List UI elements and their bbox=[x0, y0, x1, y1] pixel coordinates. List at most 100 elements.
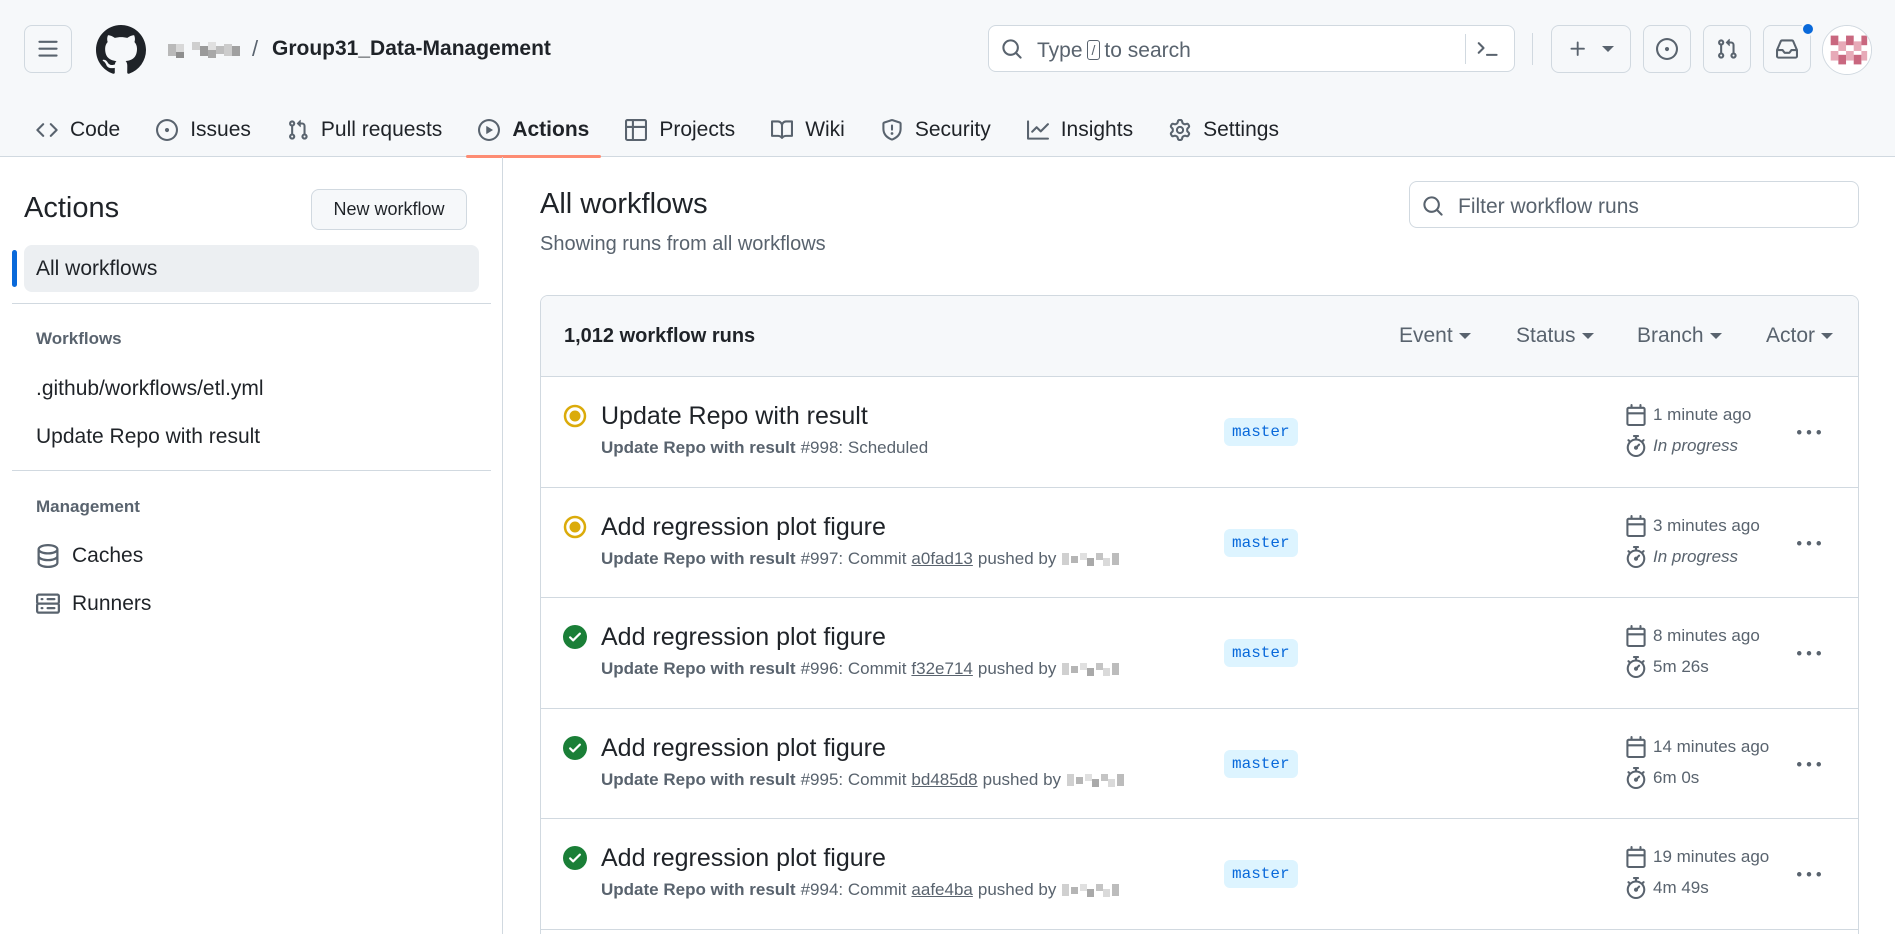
repo-nav-tabs: Code Issues Pull requests Actions Projec… bbox=[24, 102, 1303, 158]
page-subtitle: Showing runs from all workflows bbox=[540, 233, 826, 255]
three-bars-icon bbox=[38, 40, 58, 57]
run-workflow-name: Update Repo with result bbox=[601, 659, 796, 678]
tab-issues[interactable]: Issues bbox=[144, 102, 263, 157]
runs-list-header: 1,012 workflow runs Event Status Branch … bbox=[541, 296, 1858, 377]
caret-down-icon bbox=[1709, 333, 1722, 339]
run-timestamp: 1 minute ago bbox=[1625, 404, 1751, 426]
actor-name-blurred[interactable] bbox=[1062, 660, 1124, 678]
filter-placeholder: Filter workflow runs bbox=[1458, 195, 1639, 218]
run-meta: Update Repo with result #995: Commit bd485… bbox=[601, 770, 1129, 790]
sidebar-item-runners[interactable]: Runners bbox=[36, 592, 151, 616]
owner-name-blurred[interactable] bbox=[168, 40, 240, 60]
actor-filter-dropdown[interactable]: Actor bbox=[1766, 324, 1834, 348]
run-options-button[interactable] bbox=[1793, 417, 1825, 449]
run-title-link[interactable]: Add regression plot figure bbox=[601, 844, 886, 873]
tab-projects[interactable]: Projects bbox=[613, 102, 747, 157]
user-avatar[interactable] bbox=[1822, 25, 1872, 75]
search-shortcut-key: / bbox=[1086, 40, 1101, 60]
tab-wiki[interactable]: Wiki bbox=[759, 102, 857, 157]
event-filter-dropdown[interactable]: Event bbox=[1399, 324, 1471, 348]
run-duration: 5m 26s bbox=[1625, 656, 1709, 678]
commit-sha-link[interactable]: f32e714 bbox=[911, 659, 972, 679]
actor-name-blurred[interactable] bbox=[1067, 771, 1129, 789]
workflow-run-row[interactable]: Add regression plot figure Update Repo wi… bbox=[541, 709, 1858, 819]
run-timestamp: 3 minutes ago bbox=[1625, 514, 1760, 537]
run-options-button[interactable] bbox=[1793, 528, 1825, 560]
inbox-icon bbox=[1776, 39, 1798, 59]
workflows-heading: Workflows bbox=[36, 329, 122, 348]
workflow-run-row[interactable]: Update Repo with result Update Repo with … bbox=[541, 377, 1858, 488]
run-options-button[interactable] bbox=[1793, 638, 1825, 670]
kebab-horizontal-icon bbox=[1797, 430, 1821, 435]
pushed-by-label: pushed by bbox=[977, 548, 1057, 568]
workflow-run-row[interactable]: Add regression plot figure Update Repo wi… bbox=[541, 819, 1858, 930]
code-icon bbox=[36, 122, 58, 137]
in-progress-icon bbox=[563, 515, 587, 538]
commit-sha-link[interactable]: bd485d8 bbox=[911, 770, 977, 790]
run-workflow-name: Update Repo with result bbox=[601, 548, 796, 568]
tab-pull-requests[interactable]: Pull requests bbox=[275, 102, 454, 157]
sidebar-item-workflow[interactable]: .github/workflows/etl.yml bbox=[36, 377, 264, 401]
actor-name-blurred[interactable] bbox=[1062, 881, 1124, 899]
stopwatch-icon bbox=[1626, 656, 1646, 678]
search-icon bbox=[1423, 196, 1443, 216]
sidebar-item-workflow[interactable]: Update Repo with result bbox=[36, 425, 260, 449]
branch-badge[interactable]: master bbox=[1224, 639, 1298, 667]
run-workflow-name: Update Repo with result bbox=[601, 438, 796, 457]
calendar-icon bbox=[1626, 846, 1646, 868]
issue-opened-icon bbox=[156, 118, 179, 141]
run-trigger: Commit bbox=[847, 880, 907, 899]
pushed-by-label: pushed by bbox=[982, 769, 1062, 789]
run-duration: In progress bbox=[1625, 435, 1738, 457]
pushed-by-label: pushed by bbox=[977, 880, 1057, 899]
repo-name-link[interactable]: Group31_Data-Management bbox=[272, 37, 551, 61]
sidebar-item-caches[interactable]: Caches bbox=[36, 544, 143, 568]
github-logo-icon[interactable] bbox=[96, 25, 146, 75]
run-options-button[interactable] bbox=[1793, 749, 1825, 781]
command-palette-icon[interactable] bbox=[1477, 38, 1499, 60]
your-issues-button[interactable] bbox=[1643, 25, 1691, 73]
create-new-button[interactable] bbox=[1551, 25, 1631, 73]
run-title-link[interactable]: Update Repo with result bbox=[601, 402, 868, 431]
menu-button[interactable] bbox=[24, 25, 72, 73]
actor-name-blurred[interactable] bbox=[1062, 550, 1124, 568]
tab-code[interactable]: Code bbox=[24, 102, 132, 157]
global-search-input[interactable]: Type / to search bbox=[988, 25, 1515, 72]
sidebar-item-all-workflows[interactable]: All workflows bbox=[24, 245, 479, 292]
run-title-link[interactable]: Add regression plot figure bbox=[601, 734, 886, 763]
branch-badge[interactable]: master bbox=[1224, 418, 1298, 446]
branch-filter-dropdown[interactable]: Branch bbox=[1637, 324, 1722, 348]
commit-sha-link[interactable]: aafe4ba bbox=[911, 880, 972, 900]
branch-badge[interactable]: master bbox=[1224, 528, 1298, 557]
tab-insights[interactable]: Insights bbox=[1015, 102, 1145, 157]
run-number: #996: bbox=[800, 659, 844, 678]
table-icon bbox=[625, 118, 648, 141]
pushed-by-label: pushed by bbox=[977, 659, 1057, 678]
filter-runs-input[interactable]: Filter workflow runs bbox=[1409, 181, 1859, 228]
graph-icon bbox=[1026, 119, 1049, 140]
workflow-run-row[interactable]: Add regression plot figure Update Repo wi… bbox=[541, 598, 1858, 709]
commit-sha-link[interactable]: a0fad13 bbox=[911, 549, 972, 569]
check-circle-fill-icon bbox=[563, 735, 587, 760]
tab-actions[interactable]: Actions bbox=[466, 102, 602, 158]
branch-badge[interactable]: master bbox=[1224, 749, 1298, 778]
tab-security[interactable]: Security bbox=[869, 102, 1003, 157]
search-icon bbox=[1002, 39, 1022, 59]
run-meta: Update Repo with result #997: Commit a0fad… bbox=[601, 549, 1124, 569]
status-filter-dropdown[interactable]: Status bbox=[1516, 324, 1594, 348]
run-duration: 4m 49s bbox=[1625, 877, 1709, 899]
check-circle-fill-icon bbox=[563, 846, 587, 870]
workflow-run-row[interactable]: Add regression plot figure Update Repo wi… bbox=[541, 488, 1858, 598]
your-pull-requests-button[interactable] bbox=[1703, 25, 1751, 73]
kebab-horizontal-icon bbox=[1797, 651, 1821, 656]
branch-badge[interactable]: master bbox=[1224, 860, 1298, 888]
run-options-button[interactable] bbox=[1793, 859, 1825, 891]
run-timestamp: 19 minutes ago bbox=[1625, 846, 1769, 868]
chevron-down-icon bbox=[1602, 46, 1614, 52]
run-title-link[interactable]: Add regression plot figure bbox=[601, 623, 886, 652]
run-number: #994: bbox=[800, 880, 844, 899]
tab-settings[interactable]: Settings bbox=[1157, 102, 1291, 157]
new-workflow-button[interactable]: New workflow bbox=[311, 189, 467, 230]
run-title-link[interactable]: Add regression plot figure bbox=[601, 513, 886, 542]
stopwatch-icon bbox=[1626, 435, 1646, 457]
